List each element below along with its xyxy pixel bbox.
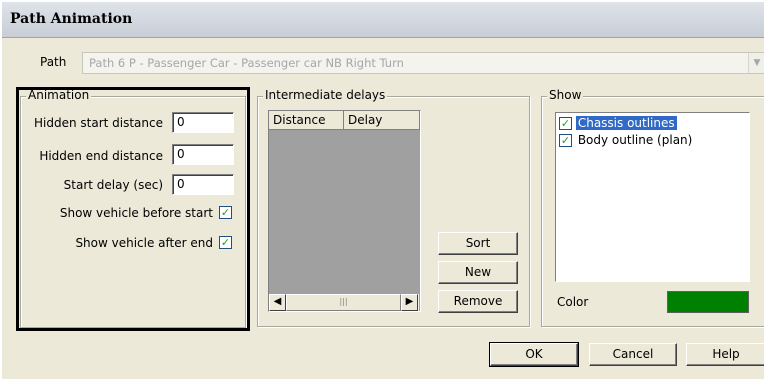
ok-button[interactable]: OK [489, 342, 579, 367]
remove-button[interactable]: Remove [438, 290, 518, 313]
hidden-end-input[interactable]: 0 [172, 144, 234, 165]
show-legend: Show [547, 88, 584, 102]
path-label: Path [40, 55, 67, 69]
body-checkbox[interactable]: ✓ [559, 134, 572, 147]
delays-legend: Intermediate delays [263, 88, 388, 102]
help-button[interactable]: Help [686, 343, 764, 366]
show-before-checkbox[interactable]: ✓ [219, 206, 232, 219]
hidden-start-input[interactable]: 0 [172, 112, 234, 133]
dialog-title: Path Animation [10, 11, 133, 27]
start-delay-input[interactable]: 0 [172, 174, 234, 195]
chassis-label: Chassis outlines [575, 116, 677, 130]
color-swatch[interactable] [667, 291, 749, 313]
chevron-down-icon[interactable]: ▼ [748, 53, 764, 73]
show-list[interactable]: ✓ Chassis outlines ✓ Body outline (plan) [555, 112, 750, 282]
new-button[interactable]: New [438, 261, 518, 284]
horizontal-scrollbar[interactable]: ◀ ||| ▶ [269, 294, 419, 311]
scroll-thumb[interactable]: ||| [286, 294, 401, 311]
cancel-button[interactable]: Cancel [589, 343, 677, 366]
title-bar: Path Animation [2, 2, 764, 38]
show-after-label: Show vehicle after end [75, 236, 213, 250]
show-before-label: Show vehicle before start [59, 206, 213, 220]
show-item-body[interactable]: ✓ Body outline (plan) [559, 133, 694, 147]
path-select[interactable]: Path 6 P - Passenger Car - Passenger car… [82, 52, 764, 74]
hidden-start-label: Hidden start distance [33, 116, 163, 130]
path-animation-dialog: Path Animation Path Path 6 P - Passenger… [0, 0, 764, 379]
path-select-value: Path 6 P - Passenger Car - Passenger car… [89, 56, 404, 70]
sort-button[interactable]: Sort [438, 232, 518, 255]
show-item-chassis[interactable]: ✓ Chassis outlines [559, 116, 677, 130]
chassis-checkbox[interactable]: ✓ [559, 117, 572, 130]
scroll-right-icon[interactable]: ▶ [401, 294, 418, 311]
scroll-left-icon[interactable]: ◀ [269, 294, 286, 311]
hidden-end-label: Hidden end distance [39, 149, 163, 163]
delays-table[interactable]: Distance Delay ◀ ||| ▶ [268, 110, 421, 312]
column-header-delay[interactable]: Delay [344, 111, 420, 130]
color-label: Color [557, 295, 589, 309]
start-delay-label: Start delay (sec) [63, 178, 163, 192]
column-header-distance[interactable]: Distance [269, 111, 344, 130]
body-label: Body outline (plan) [577, 133, 693, 147]
show-after-checkbox[interactable]: ✓ [219, 236, 232, 249]
